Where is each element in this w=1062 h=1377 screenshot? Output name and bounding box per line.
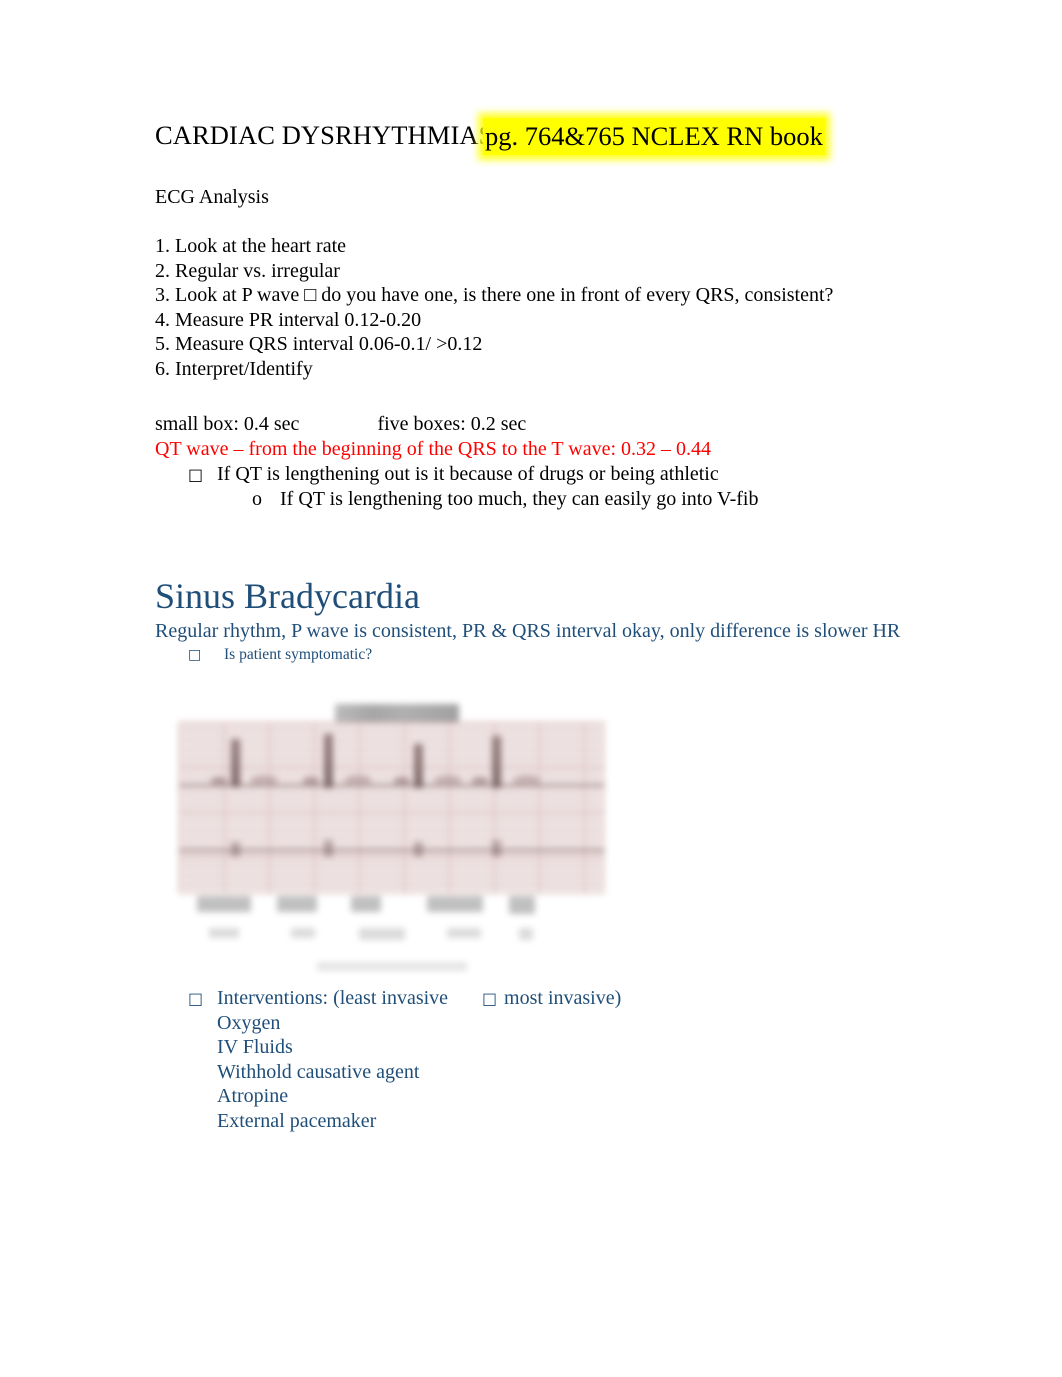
- qrs-complex-lower: [231, 841, 240, 856]
- ecg-graph-paper: [179, 721, 605, 894]
- interventions-label-start: Interventions: (least invasive: [217, 986, 449, 1009]
- caption-block: [427, 895, 483, 912]
- ecg-grid-bold: [179, 721, 605, 894]
- p-wave: [211, 776, 227, 784]
- ecg-baseline-upper: [179, 783, 605, 787]
- circle-bullet-icon: o: [252, 487, 262, 510]
- t-wave: [514, 774, 540, 784]
- ecg-image-title-bar: [335, 703, 459, 724]
- caption-block: [277, 895, 317, 912]
- sinus-bradycardia-description: Regular rhythm, P wave is consistent, PR…: [155, 619, 901, 642]
- qrs-complex: [231, 738, 240, 787]
- box-timing-line: small box: 0.4 sec five boxes: 0.2 sec: [155, 412, 945, 437]
- qrs-complex-lower: [414, 841, 423, 856]
- caption-block: [291, 927, 315, 938]
- document-content: CARDIAC DYSRHYTHMIAS pg. 764&765 NCLEX R…: [155, 110, 945, 1134]
- list-item: Atropine: [217, 1085, 289, 1108]
- interventions-heading: □ Interventions: (least invasive □ most inv…: [155, 986, 945, 1011]
- caption-block: [351, 895, 381, 912]
- interventions-label-end: most invasive): [504, 986, 622, 1009]
- caption-block: [209, 927, 239, 938]
- p-wave: [394, 776, 410, 784]
- square-bullet-icon: □: [188, 988, 204, 1008]
- list-item: External pacemaker: [217, 1109, 377, 1132]
- t-wave: [435, 774, 461, 784]
- section-heading-sinus-bradycardia: Sinus Bradycardia: [155, 575, 420, 616]
- small-box-timing: small box: 0.4 sec: [155, 412, 300, 435]
- page-title: CARDIAC DYSRHYTHMIAS: [155, 120, 494, 150]
- document-page: CARDIAC DYSRHYTHMIAS pg. 764&765 NCLEX R…: [0, 0, 1062, 1377]
- ecg-bottom-caption: [317, 961, 467, 971]
- square-bullet-icon: □: [188, 646, 202, 663]
- caption-block: [519, 927, 533, 940]
- symptomatic-question-text: Is patient symptomatic?: [224, 645, 373, 663]
- t-wave: [345, 774, 371, 784]
- caption-block: [197, 895, 251, 912]
- qrs-complex-lower: [324, 839, 333, 856]
- list-item: 1. Look at the heart rate: [155, 235, 347, 257]
- ecg-analysis-steps-list: 1. Look at the heart rate 2. Regular vs.…: [155, 234, 945, 382]
- qrs-complex-lower: [492, 839, 501, 856]
- caption-block: [509, 895, 535, 914]
- p-wave: [472, 776, 488, 784]
- square-bullet-icon: □: [188, 464, 204, 484]
- ecg-caption-blocks: [179, 894, 605, 954]
- arrow-icon: □: [482, 988, 498, 1008]
- ecg-baseline-lower: [179, 848, 605, 852]
- qrs-complex: [414, 743, 423, 788]
- list-item: 6. Interpret/Identify: [155, 357, 313, 380]
- caption-block: [447, 927, 481, 938]
- qt-bullet-2-text: If QT is lengthening too much, they can …: [280, 487, 759, 510]
- ecg-rhythm-strip-image: [157, 693, 625, 986]
- qrs-complex: [492, 735, 501, 788]
- qt-wave-headline: QT wave – from the beginning of the QRS …: [155, 437, 712, 460]
- list-item: 2. Regular vs. irregular: [155, 259, 340, 282]
- five-boxes-timing: five boxes: 0.2 sec: [377, 412, 527, 435]
- qt-bullet-1: □ If QT is lengthening out is it because …: [155, 462, 945, 487]
- list-item: Withhold causative agent: [217, 1060, 420, 1083]
- t-wave: [251, 774, 277, 784]
- caption-block: [359, 927, 405, 940]
- section-subhead-ecg-analysis: ECG Analysis: [155, 186, 269, 208]
- qrs-complex: [324, 733, 333, 788]
- list-item: IV Fluids: [217, 1036, 293, 1059]
- list-item: 4. Measure PR interval 0.12-0.20: [155, 308, 422, 331]
- list-item: Oxygen: [217, 1011, 281, 1034]
- list-item: 3. Look at P wave □ do you have one, is …: [155, 284, 834, 307]
- symptomatic-bullet: □ Is patient symptomatic?: [155, 644, 945, 666]
- qt-bullet-1-text: If QT is lengthening out is it because o…: [217, 462, 719, 485]
- p-wave: [303, 776, 319, 784]
- title-row: CARDIAC DYSRHYTHMIAS pg. 764&765 NCLEX R…: [155, 110, 945, 158]
- qt-bullet-2: o If QT is lengthening too much, they can…: [155, 487, 945, 512]
- list-item: 5. Measure QRS interval 0.06-0.1/ >0.12: [155, 333, 483, 356]
- title-highlighted-note: pg. 764&765 NCLEX RN book: [483, 118, 825, 155]
